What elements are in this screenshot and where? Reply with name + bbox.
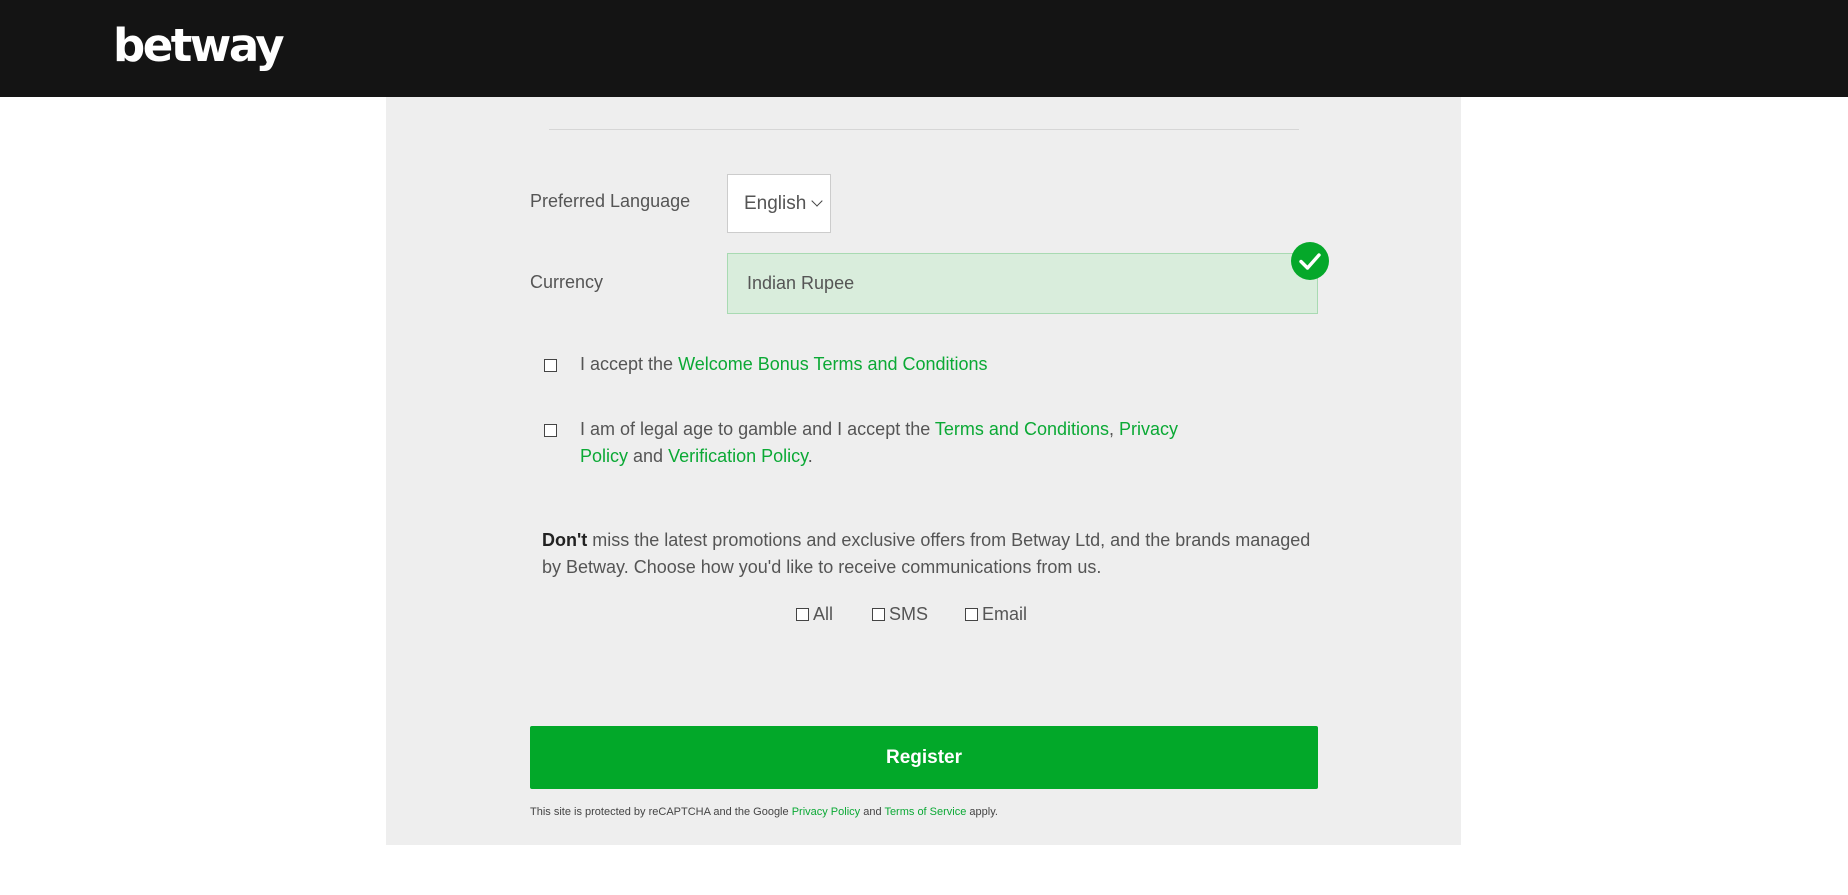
chevron-down-icon <box>811 195 823 207</box>
currency-value: Indian Rupee <box>747 273 855 293</box>
option-all[interactable]: All <box>796 604 833 625</box>
option-sms-label: SMS <box>889 604 929 624</box>
terms-and-conditions-link[interactable]: Terms and Conditions <box>935 419 1109 439</box>
age-consent-checkbox[interactable] <box>544 424 557 437</box>
google-privacy-policy-link[interactable]: Privacy Policy <box>792 806 860 818</box>
sms-checkbox[interactable] <box>872 608 885 621</box>
age-consent-text: I am of legal age to gamble and I accept… <box>580 416 1180 470</box>
email-checkbox[interactable] <box>965 608 978 621</box>
bonus-terms-checkbox[interactable] <box>544 359 557 372</box>
language-select-value: English <box>744 192 807 214</box>
promotions-text: Don't miss the latest promotions and exc… <box>542 527 1312 581</box>
option-all-label: All <box>813 604 834 624</box>
age-consent-end: . <box>807 446 813 466</box>
google-terms-of-service-link[interactable]: Terms of Service <box>884 806 966 818</box>
recaptcha-notice: This site is protected by reCAPTCHA and … <box>530 806 998 818</box>
option-email-label: Email <box>982 604 1028 624</box>
bonus-terms-prefix: I accept the <box>580 354 679 374</box>
age-consent-and: and <box>628 446 669 466</box>
privacy-policy-link-part1[interactable]: Privacy <box>1119 419 1178 439</box>
bonus-terms-text: I accept the Welcome Bonus Terms and Con… <box>580 351 988 378</box>
all-checkbox[interactable] <box>796 608 809 621</box>
recaptcha-prefix: This site is protected by reCAPTCHA and … <box>530 806 792 818</box>
top-header: betway <box>0 0 1848 97</box>
recaptcha-suffix: apply. <box>966 806 998 818</box>
promotions-bold: Don't <box>542 530 588 550</box>
option-sms[interactable]: SMS <box>872 604 928 625</box>
currency-label: Currency <box>530 272 604 292</box>
section-divider <box>549 129 1299 130</box>
privacy-policy-link-part2[interactable]: Policy <box>580 446 628 466</box>
verification-policy-link[interactable]: Verification Policy <box>668 446 808 466</box>
preferred-language-label: Preferred Language <box>530 191 691 211</box>
register-button[interactable]: Register <box>530 726 1318 789</box>
recaptcha-and: and <box>860 806 885 818</box>
valid-check-icon <box>1291 242 1329 280</box>
betway-logo[interactable]: betway <box>113 18 285 74</box>
age-consent-prefix: I am of legal age to gamble and I accept… <box>580 419 935 439</box>
welcome-bonus-terms-link[interactable]: Welcome Bonus Terms and Conditions <box>678 354 988 374</box>
promotions-body: miss the latest promotions and exclusive… <box>542 530 1311 577</box>
option-email[interactable]: Email <box>965 604 1027 625</box>
age-consent-separator: , <box>1109 419 1120 439</box>
language-select[interactable]: English <box>727 174 831 233</box>
currency-field[interactable]: Indian Rupee <box>727 253 1318 314</box>
